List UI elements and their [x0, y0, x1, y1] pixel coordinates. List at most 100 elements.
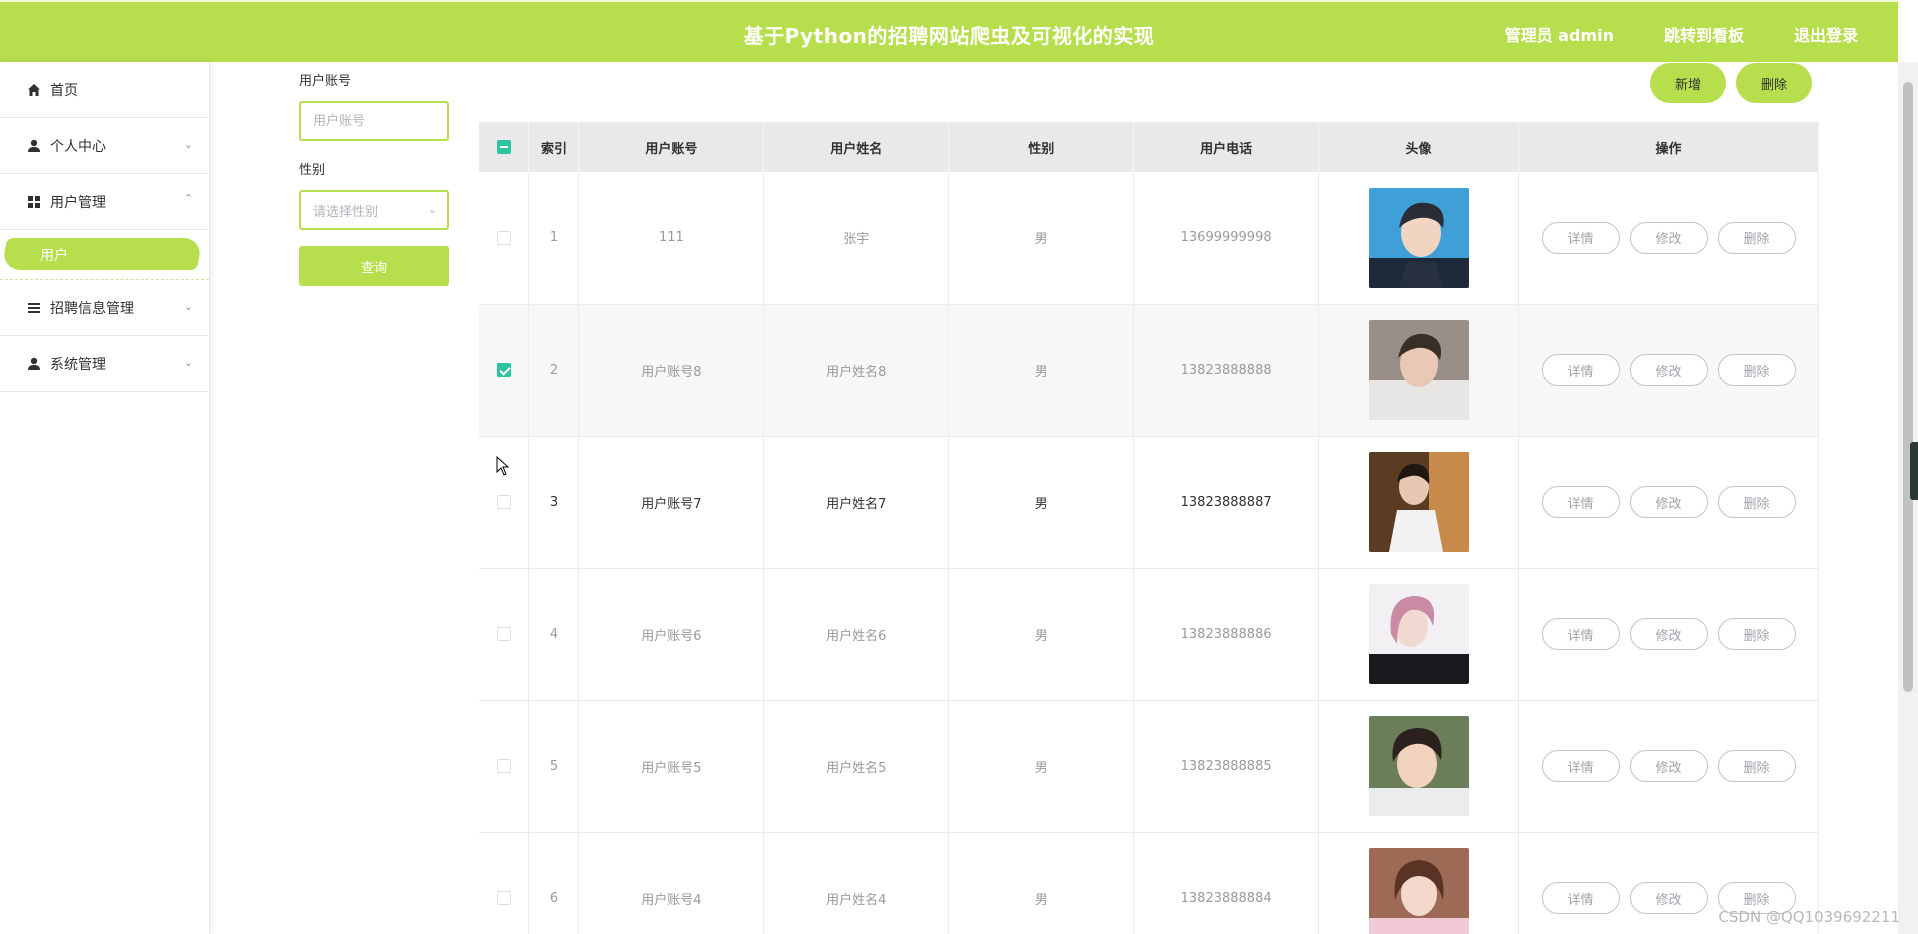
- edit-button[interactable]: 修改: [1629, 618, 1708, 650]
- sidebar-item-recruitment[interactable]: 招聘信息管理 ⌄: [0, 280, 209, 336]
- cell-index: 6: [528, 832, 580, 934]
- detail-button[interactable]: 详情: [1541, 354, 1620, 386]
- select-all-checkbox[interactable]: [496, 140, 511, 154]
- chevron-down-icon: ⌄: [183, 138, 193, 151]
- cell-actions: 详情 修改 删除: [1518, 568, 1819, 701]
- cell-account: 用户账号8: [578, 304, 765, 437]
- chevron-down-icon: ⌄: [183, 300, 193, 313]
- detail-button[interactable]: 详情: [1541, 486, 1620, 518]
- sidebar-item-home[interactable]: 首页: [0, 62, 209, 118]
- delete-button[interactable]: 删除: [1717, 221, 1796, 254]
- cell-phone: 13823888884: [1133, 832, 1320, 934]
- row-checkbox[interactable]: [496, 495, 511, 509]
- app-root: 基于Python的招聘网站爬虫及可视化的实现 管理员 admin 跳转到看板 退…: [0, 0, 1918, 934]
- admin-label[interactable]: 管理员 admin: [1505, 22, 1614, 46]
- sidebar-subitem-user[interactable]: 用户: [0, 230, 209, 280]
- cell-phone: 13699999998: [1133, 172, 1320, 305]
- avatar: [1368, 187, 1469, 288]
- cell-actions: 详情 修改 删除: [1518, 172, 1819, 305]
- sidebar-item-label: 用户管理: [50, 194, 106, 211]
- active-highlight: [0, 238, 204, 270]
- avatar: [1368, 716, 1469, 816]
- gender-select[interactable]: 请选择性别 ⌄: [299, 190, 449, 230]
- cell-name: 用户姓名8: [763, 304, 950, 437]
- cell-name: 用户姓名4: [763, 832, 950, 934]
- cell-actions: 详情 修改 删除: [1518, 304, 1819, 437]
- cell-account: 用户账号4: [578, 832, 765, 934]
- sidebar-subitem-label: 用户: [40, 247, 68, 264]
- account-label: 用户账号: [299, 74, 352, 89]
- side-tab-handle[interactable]: [1910, 442, 1918, 500]
- cell-phone: 13823888886: [1133, 568, 1320, 701]
- edit-button[interactable]: 修改: [1629, 354, 1708, 386]
- dashboard-link[interactable]: 跳转到看板: [1664, 22, 1744, 46]
- delete-button[interactable]: 删除: [1717, 618, 1796, 650]
- query-button[interactable]: 查询: [299, 246, 449, 286]
- column-header: 用户电话: [1133, 122, 1320, 172]
- table-row: 1 111 张宇 男 13699999998 详情 修改 删除: [479, 172, 1819, 305]
- batch-delete-button[interactable]: 删除: [1736, 63, 1812, 103]
- cell-index: 1: [528, 172, 580, 305]
- avatar: [1368, 584, 1469, 684]
- table-header-row: 索引 用户账号 用户姓名 性别 用户电话 头像 操作: [479, 122, 1819, 172]
- cell-account: 用户账号5: [578, 700, 765, 833]
- sidebar-item-label: 系统管理: [50, 356, 106, 373]
- account-input[interactable]: [299, 101, 449, 141]
- column-header: 头像: [1318, 122, 1520, 172]
- avatar: [1368, 320, 1469, 420]
- row-checkbox[interactable]: [496, 891, 511, 905]
- sidebar-item-label: 招聘信息管理: [50, 300, 134, 317]
- column-header: 索引: [528, 122, 580, 172]
- sidebar-item-system[interactable]: 系统管理 ⌄: [0, 336, 209, 392]
- scrollbar-thumb[interactable]: [1903, 82, 1913, 692]
- table-row: 5 用户账号5 用户姓名5 男 13823888885 详情 修改 删除: [479, 700, 1819, 833]
- row-checkbox[interactable]: [496, 759, 511, 773]
- delete-button[interactable]: 删除: [1717, 750, 1796, 782]
- chevron-up-icon: ⌃: [183, 192, 193, 205]
- user-icon: [26, 356, 42, 372]
- sidebar-item-user-management[interactable]: 用户管理 ⌃: [0, 174, 209, 230]
- column-header: 性别: [948, 122, 1135, 172]
- gender-label: 性别: [299, 163, 326, 178]
- cell-account: 111: [578, 172, 765, 305]
- grid-icon: [26, 194, 42, 210]
- edit-button[interactable]: 修改: [1629, 221, 1708, 254]
- gender-select-placeholder: 请选择性别: [313, 204, 379, 220]
- add-button[interactable]: 新增: [1650, 63, 1726, 103]
- logout-link[interactable]: 退出登录: [1794, 22, 1858, 46]
- edit-button[interactable]: 修改: [1629, 882, 1708, 914]
- cell-index: 4: [528, 568, 580, 701]
- detail-button[interactable]: 详情: [1541, 750, 1620, 782]
- column-header: 操作: [1518, 122, 1819, 172]
- cell-gender: 男: [948, 700, 1135, 833]
- list-icon: [26, 300, 42, 316]
- column-header: 用户姓名: [763, 122, 950, 172]
- edit-button[interactable]: 修改: [1629, 486, 1708, 518]
- mouse-cursor-icon: [496, 456, 510, 476]
- cell-gender: 男: [948, 304, 1135, 437]
- cell-phone: 13823888888: [1133, 304, 1320, 437]
- cell-gender: 男: [948, 172, 1135, 305]
- home-icon: [26, 82, 42, 98]
- detail-button[interactable]: 详情: [1541, 221, 1620, 254]
- row-checkbox[interactable]: [496, 363, 511, 377]
- delete-button[interactable]: 删除: [1717, 486, 1796, 518]
- cell-phone: 13823888885: [1133, 700, 1320, 833]
- edit-button[interactable]: 修改: [1629, 750, 1708, 782]
- row-checkbox[interactable]: [496, 230, 511, 245]
- delete-button[interactable]: 删除: [1717, 354, 1796, 386]
- header-actions: 管理员 admin 跳转到看板 退出登录: [1505, 22, 1858, 46]
- cell-actions: 详情 修改 删除: [1518, 700, 1819, 833]
- sidebar-item-personal-center[interactable]: 个人中心 ⌄: [0, 118, 209, 174]
- cell-gender: 男: [948, 832, 1135, 934]
- detail-button[interactable]: 详情: [1541, 618, 1620, 650]
- cell-gender: 男: [948, 436, 1135, 569]
- cell-index: 5: [528, 700, 580, 833]
- sidebar-item-label: 首页: [50, 82, 78, 99]
- cell-account: 用户账号6: [578, 568, 765, 701]
- sidebar-item-label: 个人中心: [50, 138, 106, 155]
- cell-phone: 13823888887: [1133, 436, 1320, 569]
- row-checkbox[interactable]: [496, 627, 511, 641]
- avatar: [1368, 452, 1469, 552]
- detail-button[interactable]: 详情: [1541, 882, 1620, 914]
